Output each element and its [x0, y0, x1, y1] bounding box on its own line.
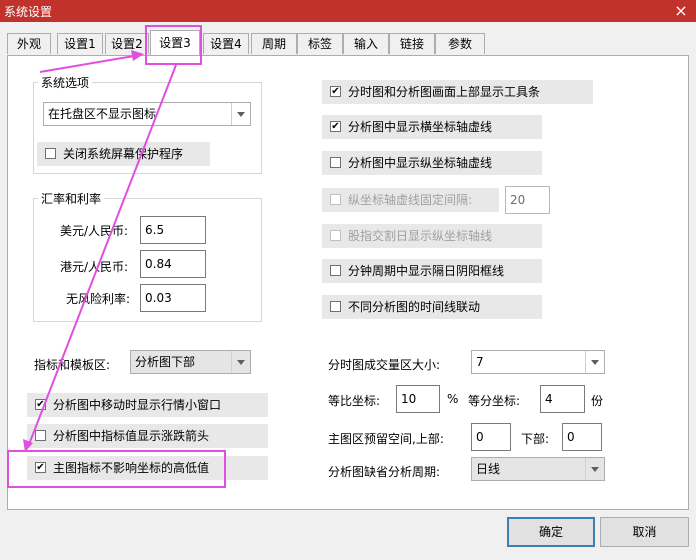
- arrow-to-checkbox-line: [27, 64, 177, 448]
- annotation-arrows: [23, 50, 177, 452]
- arrow-to-tab-line: [39, 54, 141, 73]
- arrow-to-tab-head: [131, 50, 144, 61]
- arrow-to-checkbox-head: [23, 439, 33, 452]
